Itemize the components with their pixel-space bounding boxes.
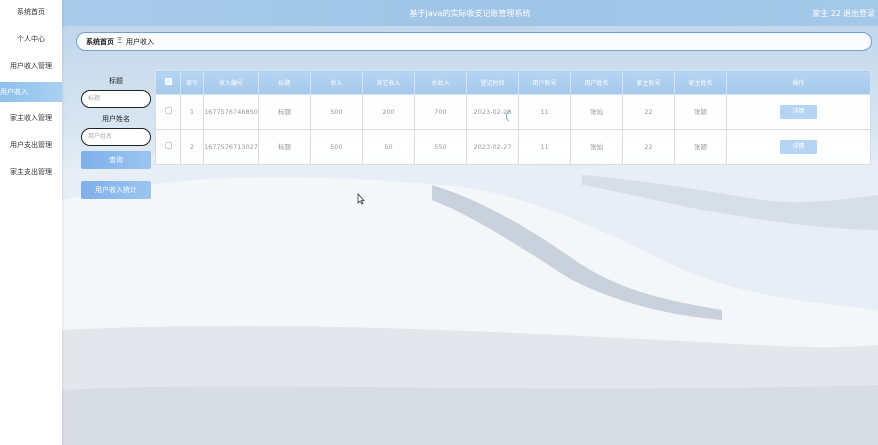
col-header: 登记时间 (466, 70, 519, 95)
cell-action: 详情 (726, 94, 871, 130)
sidebar-item-host-income-management[interactable]: 家主收入管理 (0, 108, 62, 128)
cell-time: 2023-02-27 (466, 129, 519, 165)
table-row: 2 1677576713027 标题 500 50 550 2023-02-27… (155, 129, 871, 165)
query-button[interactable]: 查询 (81, 151, 151, 169)
cell-user-name: 张灿 (570, 94, 623, 130)
cell-host-account: 22 (622, 129, 675, 165)
cell-user-name: 张灿 (570, 129, 623, 165)
cell-other-income: 50 (362, 129, 415, 165)
col-header: 用户账号 (518, 70, 571, 95)
cell-host-name: 张颖 (674, 129, 727, 165)
cell-income: 500 (310, 129, 363, 165)
sidebar-item-user-income-management[interactable]: 用户收入管理 (0, 56, 62, 76)
mouse-cursor-icon (357, 193, 365, 205)
income-table: 索引 收入编号 标题 收入 其它收入 总收入 登记时间 用户账号 用户姓名 家主… (155, 70, 871, 165)
logout-link[interactable]: 退出登录 (843, 8, 875, 19)
col-header: 收入 (310, 70, 363, 95)
col-header: 索引 (180, 70, 204, 95)
breadcrumb-separator-icon: Ξ (117, 36, 123, 45)
cell-user-account: 11 (518, 94, 571, 130)
table-row: 1 1677576746850 标题 500 200 700 2023-02-2… (155, 94, 871, 130)
select-all-checkbox[interactable] (155, 70, 181, 95)
title-label: 标题 (109, 77, 123, 85)
cell-user-account: 11 (518, 129, 571, 165)
col-header: 标题 (258, 70, 311, 95)
cell-host-account: 22 (622, 94, 675, 130)
cell-host-name: 张颖 (674, 94, 727, 130)
sidebar-item-home[interactable]: 系统首页 (0, 2, 62, 22)
detail-button[interactable]: 详情 (780, 140, 817, 154)
income-stats-button[interactable]: 用户收入统计 (81, 181, 151, 199)
col-header: 家主姓名 (674, 70, 727, 95)
breadcrumb: 系统首页 Ξ 用户收入 (76, 32, 872, 51)
system-title: 基于Java的实际收支记账管理系统 (409, 9, 531, 18)
col-header: 总收入 (414, 70, 467, 95)
col-header: 操作 (726, 70, 871, 95)
table-header-row: 索引 收入编号 标题 收入 其它收入 总收入 登记时间 用户账号 用户姓名 家主… (155, 70, 871, 95)
row-checkbox[interactable] (155, 94, 181, 130)
col-header: 家主账号 (622, 70, 675, 95)
cell-title: 标题 (258, 94, 311, 130)
detail-button[interactable]: 详情 (780, 105, 817, 119)
col-header: 用户姓名 (570, 70, 623, 95)
cell-income-no: 1677576746850 (203, 94, 259, 130)
cell-income-no: 1677576713027 (203, 129, 259, 165)
username-search-input[interactable]: 用户姓名 (81, 128, 151, 146)
sidebar: 系统首页 个人中心 用户收入管理 用户收入 家主收入管理 用户支出管理 家主支出… (0, 0, 62, 445)
cell-total-income: 550 (414, 129, 467, 165)
breadcrumb-home[interactable]: 系统首页 (86, 37, 114, 47)
cell-index: 2 (180, 129, 204, 165)
sidebar-item-host-expense-management[interactable]: 家主支出管理 (0, 162, 62, 182)
cell-total-income: 700 (414, 94, 467, 130)
cell-index: 1 (180, 94, 204, 130)
title-search-input[interactable]: 标题 (81, 90, 151, 108)
col-header: 其它收入 (362, 70, 415, 95)
cell-other-income: 200 (362, 94, 415, 130)
current-user: 家主 22 (812, 9, 841, 18)
col-header: 收入编号 (203, 70, 259, 95)
cell-title: 标题 (258, 129, 311, 165)
sidebar-item-user-income[interactable]: 用户收入 (0, 82, 62, 102)
background-landscape (62, 0, 878, 445)
loading-spinner-icon (506, 110, 511, 122)
sidebar-item-user-expense-management[interactable]: 用户支出管理 (0, 135, 62, 155)
cell-action: 详情 (726, 129, 871, 165)
top-header: 基于Java的实际收支记账管理系统 家主 22 退出登录 (62, 0, 878, 26)
row-checkbox[interactable] (155, 129, 181, 165)
sidebar-item-profile[interactable]: 个人中心 (0, 29, 62, 49)
cell-income: 500 (310, 94, 363, 130)
breadcrumb-current: 用户收入 (126, 38, 154, 46)
username-label: 用户姓名 (102, 115, 130, 123)
